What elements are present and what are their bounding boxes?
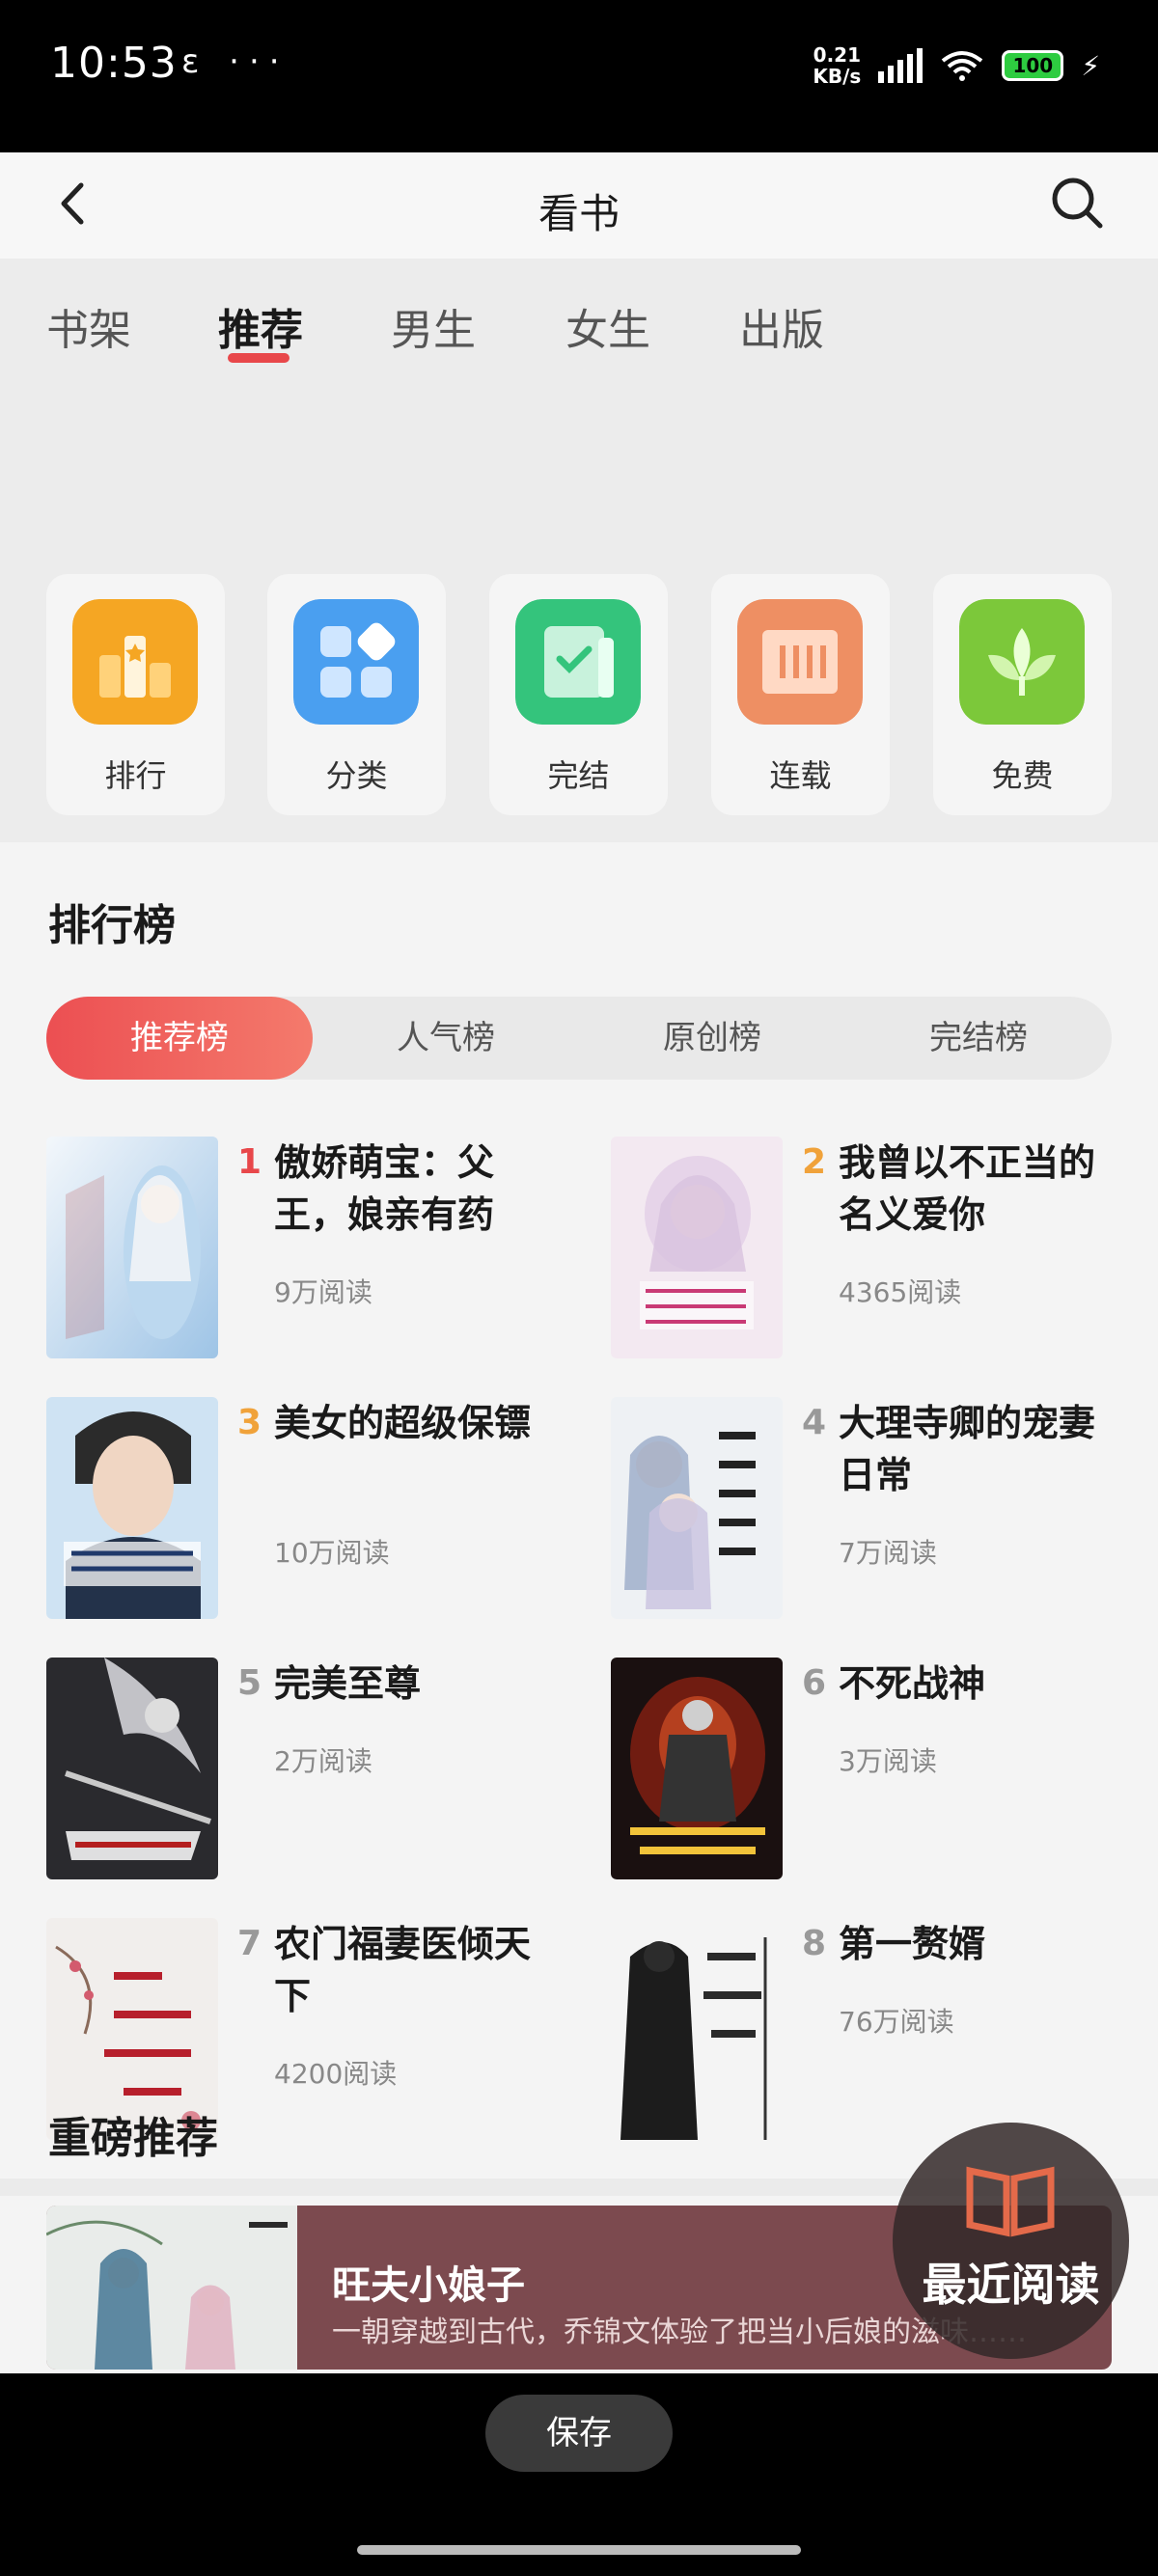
- book-item[interactable]: 1 傲娇萌宝：父王，娘亲有药 9万阅读: [46, 1137, 587, 1368]
- segment-popular[interactable]: 人气榜: [313, 997, 579, 1080]
- rank-number: 5: [237, 1663, 262, 1703]
- book-cover: [46, 1658, 218, 1879]
- book-title: 完美至尊: [274, 1662, 422, 1705]
- book-reads: 9万阅读: [274, 1276, 372, 1308]
- quick-label: 免费: [991, 757, 1054, 794]
- book-cover: [611, 1137, 783, 1358]
- recent-reading-button[interactable]: 最近阅读: [893, 2123, 1129, 2359]
- book-item[interactable]: 8 第一赘婿 76万阅读: [611, 1918, 1151, 2150]
- tab-female[interactable]: 女生: [565, 295, 650, 357]
- app-screen: 看书 书架 推荐 男生 女生 出版 排行 分类 完结 连载 免费 排行榜 推荐榜…: [0, 152, 1158, 2373]
- top-nav: 看书: [0, 152, 1158, 259]
- book-title: 美女的超级保镖: [274, 1402, 532, 1444]
- book-title: 农门福妻医倾天下: [274, 1923, 532, 2017]
- book-reads: 76万阅读: [839, 2006, 954, 2038]
- rank-number: 4: [802, 1403, 827, 1442]
- signal-icon: [878, 48, 924, 83]
- book-title: 我曾以不正当的名义爱你: [839, 1141, 1096, 1236]
- battery-icon: 100: [1002, 50, 1064, 81]
- open-book-icon: [966, 2166, 1055, 2237]
- book-cover: [46, 2206, 297, 2370]
- book-cover: [611, 1397, 783, 1619]
- quick-free[interactable]: 免费: [933, 574, 1112, 815]
- save-button[interactable]: 保存: [485, 2395, 673, 2472]
- book-item[interactable]: 2 我曾以不正当的名义爱你 4365阅读: [611, 1137, 1151, 1368]
- book-reads: 2万阅读: [274, 1745, 372, 1777]
- page-title: 看书: [538, 190, 620, 237]
- quick-label: 连载: [769, 757, 832, 794]
- network-rate: 0.21 KB/s: [813, 43, 862, 88]
- search-icon[interactable]: [1048, 174, 1106, 232]
- book-item[interactable]: 5 完美至尊 2万阅读: [46, 1658, 587, 1889]
- book-title: 第一赘婿: [839, 1923, 986, 1965]
- book-item[interactable]: 3 美女的超级保镖 10万阅读: [46, 1397, 587, 1629]
- book-reads: 10万阅读: [274, 1537, 390, 1569]
- rank-number: 2: [802, 1142, 827, 1182]
- free-icon: [959, 599, 1085, 725]
- quick-serial[interactable]: 连载: [711, 574, 890, 815]
- book-cover: [611, 1918, 783, 2140]
- status-right-group: 0.21 KB/s 100 ⚡: [813, 44, 1100, 87]
- ranking-icon: [72, 599, 198, 725]
- tab-male[interactable]: 男生: [391, 295, 476, 357]
- book-reads: 4200阅读: [274, 2058, 398, 2090]
- rank-number: 1: [237, 1142, 262, 1182]
- quick-entry-row: 排行 分类 完结 连载 免费: [0, 403, 1158, 842]
- book-reads: 7万阅读: [839, 1537, 937, 1569]
- completed-icon: [515, 599, 641, 725]
- book-item[interactable]: 4 大理寺卿的宠妻日常 7万阅读: [611, 1397, 1151, 1629]
- bottom-bar: 保存: [0, 2373, 1158, 2576]
- book-item[interactable]: 6 不死战神 3万阅读: [611, 1658, 1151, 1889]
- home-indicator[interactable]: [357, 2545, 801, 2555]
- quick-category[interactable]: 分类: [267, 574, 446, 815]
- ranking-title: 排行榜: [48, 901, 176, 950]
- book-title: 大理寺卿的宠妻日常: [839, 1402, 1096, 1496]
- status-time: 10:53: [50, 39, 178, 88]
- book-cover: [46, 1397, 218, 1619]
- segment-recommend[interactable]: 推荐榜: [46, 997, 313, 1080]
- category-icon: [293, 599, 419, 725]
- rank-number: 7: [237, 1924, 262, 1963]
- featured-title: 重磅推荐: [48, 2114, 218, 2163]
- segment-completed[interactable]: 完结榜: [845, 997, 1112, 1080]
- wifi-icon: [942, 51, 983, 81]
- quick-label: 分类: [325, 757, 388, 794]
- category-tabs: 书架 推荐 男生 女生 出版: [0, 259, 1158, 403]
- book-title: 傲娇萌宝：父王，娘亲有药: [274, 1141, 495, 1236]
- segment-original[interactable]: 原创榜: [579, 997, 845, 1080]
- quick-label: 排行: [104, 757, 167, 794]
- rank-number: 6: [802, 1663, 827, 1703]
- recent-reading-label: 最近阅读: [922, 2259, 1100, 2311]
- book-cover: [611, 1658, 783, 1879]
- book-title: 不死战神: [839, 1662, 986, 1705]
- quick-label: 完结: [547, 757, 610, 794]
- tab-recommend[interactable]: 推荐: [218, 295, 303, 357]
- book-reads: 4365阅读: [839, 1276, 962, 1308]
- rank-number: 3: [237, 1403, 262, 1442]
- ranking-section: 排行榜 推荐榜 人气榜 原创榜 完结榜 1 傲娇萌宝：父王，娘亲有药 9万阅读: [0, 842, 1158, 2196]
- featured-book-name: 旺夫小娘子: [332, 2263, 525, 2308]
- quick-ranking[interactable]: 排行: [46, 574, 225, 815]
- status-bar: 10:53 ɛ ··· 0.21 KB/s 100 ⚡: [0, 0, 1158, 152]
- book-cover: [46, 1137, 218, 1358]
- tab-active-indicator: [228, 353, 290, 363]
- tab-publish[interactable]: 出版: [739, 295, 824, 357]
- rank-number: 8: [802, 1924, 827, 1963]
- ranking-segment-control: 推荐榜 人气榜 原创榜 完结榜: [46, 997, 1112, 1080]
- charging-icon: ⚡: [1081, 49, 1100, 82]
- serial-icon: [737, 599, 863, 725]
- quick-completed[interactable]: 完结: [489, 574, 668, 815]
- notification-icons: ɛ ···: [181, 42, 290, 81]
- book-reads: 3万阅读: [839, 1745, 937, 1777]
- tab-bookshelf[interactable]: 书架: [46, 295, 131, 357]
